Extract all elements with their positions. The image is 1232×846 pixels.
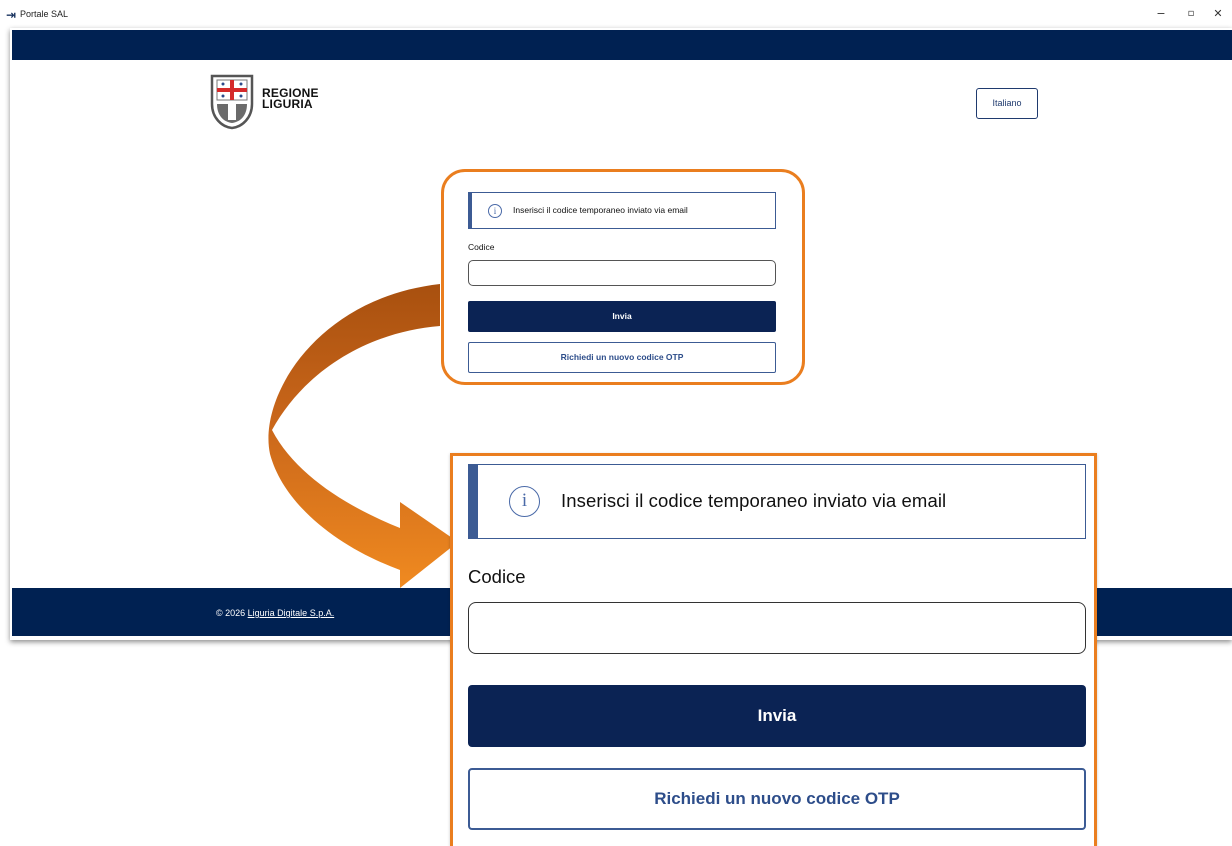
submit-button-zoom[interactable]: Invia xyxy=(468,685,1086,747)
window-titlebar: ⇥ Portale SAL − ▫ ✕ xyxy=(0,0,1232,30)
code-input[interactable] xyxy=(468,260,776,286)
logo-wordmark: REGIONE LIGURIA xyxy=(262,87,319,111)
code-label: Codice xyxy=(468,242,495,252)
info-message-zoom: Inserisci il codice temporaneo inviato v… xyxy=(561,490,947,511)
copyright-text: © 2026 xyxy=(216,608,248,618)
request-otp-button-zoom[interactable]: Richiedi un nuovo codice OTP xyxy=(468,768,1086,830)
submit-button[interactable]: Invia xyxy=(468,301,776,332)
info-circle-icon: i xyxy=(488,204,502,218)
window-title: Portale SAL xyxy=(20,9,69,19)
info-message: Inserisci il codice temporaneo inviato v… xyxy=(513,205,688,215)
info-circle-icon: i xyxy=(509,486,540,517)
top-navbar xyxy=(12,30,1232,60)
code-label-zoom: Codice xyxy=(468,566,526,587)
curved-arrow-icon xyxy=(268,284,458,588)
minimize-button[interactable]: − xyxy=(1153,6,1169,22)
regione-liguria-logo-icon xyxy=(210,74,254,130)
footer-copyright: © 2026 Liguria Digitale S.p.A. xyxy=(216,608,334,618)
request-otp-button[interactable]: Richiedi un nuovo codice OTP xyxy=(468,342,776,373)
language-button[interactable]: Italiano xyxy=(976,88,1038,119)
code-input-zoom[interactable] xyxy=(468,602,1086,654)
close-button[interactable]: ✕ xyxy=(1210,6,1226,22)
maximize-button[interactable]: ▫ xyxy=(1183,6,1199,22)
logo-line2: LIGURIA xyxy=(262,97,313,111)
company-link[interactable]: Liguria Digitale S.p.A. xyxy=(248,608,335,618)
login-icon: ⇥ xyxy=(6,8,17,22)
